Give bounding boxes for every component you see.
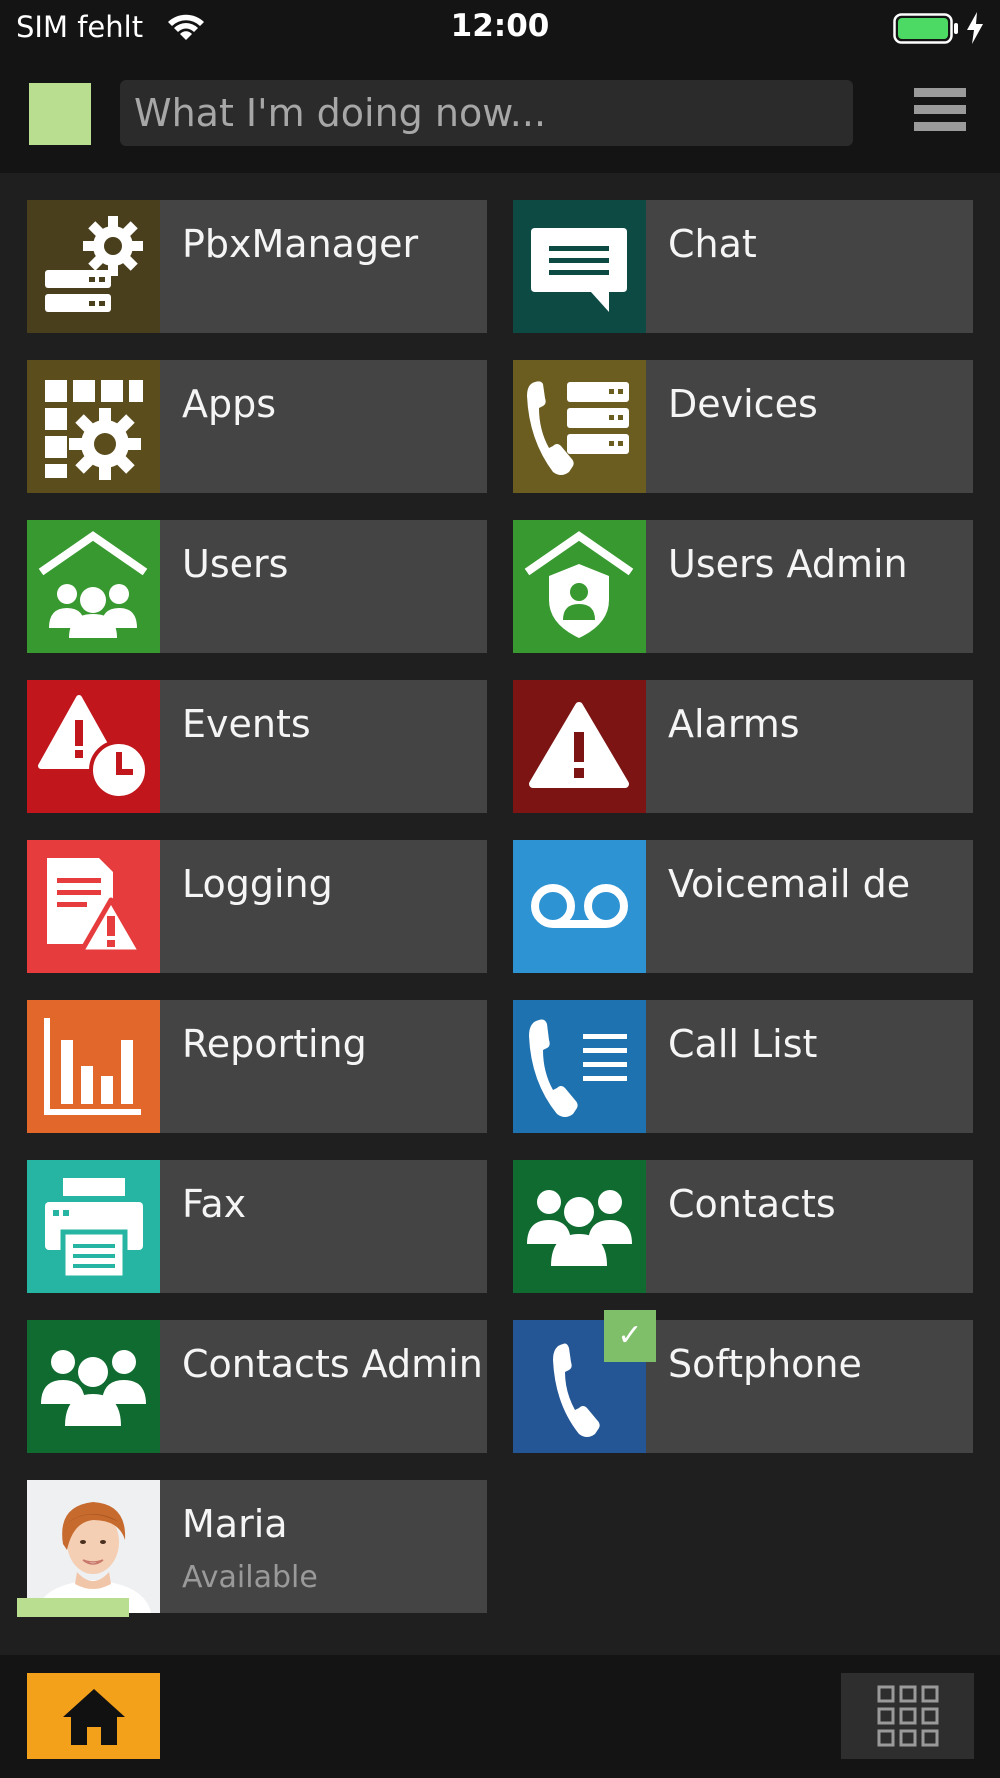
home-button[interactable] [27,1673,160,1759]
logging-document-icon [27,840,160,973]
tile-label: Devices [668,382,818,426]
tile-chat[interactable]: Chat [513,200,973,333]
contacts-admin-group-icon [27,1320,160,1453]
alarm-warning-icon [513,680,646,813]
voicemail-icon [513,840,646,973]
clock-text: 12:00 [450,8,550,44]
users-house-icon [27,520,160,653]
tile-fax[interactable]: Fax [27,1160,487,1293]
tile-call-list[interactable]: Call List [513,1000,973,1133]
events-warning-clock-icon [27,680,160,813]
bar-chart-icon [27,1000,160,1133]
tile-users[interactable]: Users [27,520,487,653]
active-check-badge: ✓ [604,1310,656,1362]
tile-apps[interactable]: Apps [27,360,487,493]
tile-label: Fax [182,1182,247,1226]
tile-label: Contacts [668,1182,836,1226]
tile-label: Reporting [182,1022,367,1066]
avatar [27,1480,160,1613]
tile-label: Apps [182,382,277,426]
header [0,55,1000,173]
phone-devices-icon [513,360,646,493]
status-input[interactable] [120,80,853,146]
status-bar: SIM fehlt 12:00 [0,0,1000,55]
tile-label: Voicemail de [668,862,911,906]
call-list-icon [513,1000,646,1133]
tile-user-maria[interactable]: Maria Available [17,1480,487,1617]
tile-label: Events [182,702,311,746]
tile-logging[interactable]: Logging [27,840,487,973]
tile-label: PbxManager [182,222,419,266]
own-avatar[interactable] [29,83,91,145]
contacts-group-icon [513,1160,646,1293]
home-icon [63,1689,125,1745]
tile-events[interactable]: Events [27,680,487,813]
tile-pbxmanager[interactable]: PbxManager [27,200,487,333]
tile-label: Alarms [668,702,800,746]
tile-label: Contacts Admin [182,1342,483,1386]
presence-indicator [17,1598,129,1617]
tile-contacts-admin[interactable]: Contacts Admin [27,1320,487,1453]
apps-gear-icon [27,360,160,493]
chat-bubble-icon [513,200,646,333]
bottom-bar [0,1655,1000,1778]
tile-users-admin[interactable]: Users Admin [513,520,973,653]
tile-softphone[interactable]: ✓ Softphone [513,1310,973,1453]
tile-label: Chat [668,222,757,266]
tile-label: Call List [668,1022,818,1066]
tile-contacts[interactable]: Contacts [513,1160,973,1293]
tile-voicemail[interactable]: Voicemail de [513,840,973,973]
battery-icon [893,13,958,44]
hamburger-menu-icon[interactable] [914,88,966,140]
tile-label: Softphone [668,1342,862,1386]
tile-devices[interactable]: Devices [513,360,973,493]
tile-label: Logging [182,862,333,906]
tile-alarms[interactable]: Alarms [513,680,973,813]
app-grid-button[interactable] [841,1673,974,1759]
presence-status: Available [182,1560,318,1595]
tile-label: Users Admin [668,542,908,586]
charging-bolt-icon [967,12,983,44]
fax-printer-icon [27,1160,160,1293]
pbx-manager-icon [27,200,160,333]
tile-reporting[interactable]: Reporting [27,1000,487,1133]
tile-label: Users [182,542,289,586]
user-name: Maria [182,1502,288,1546]
users-admin-shield-icon [513,520,646,653]
app-grid-icon [877,1685,939,1747]
